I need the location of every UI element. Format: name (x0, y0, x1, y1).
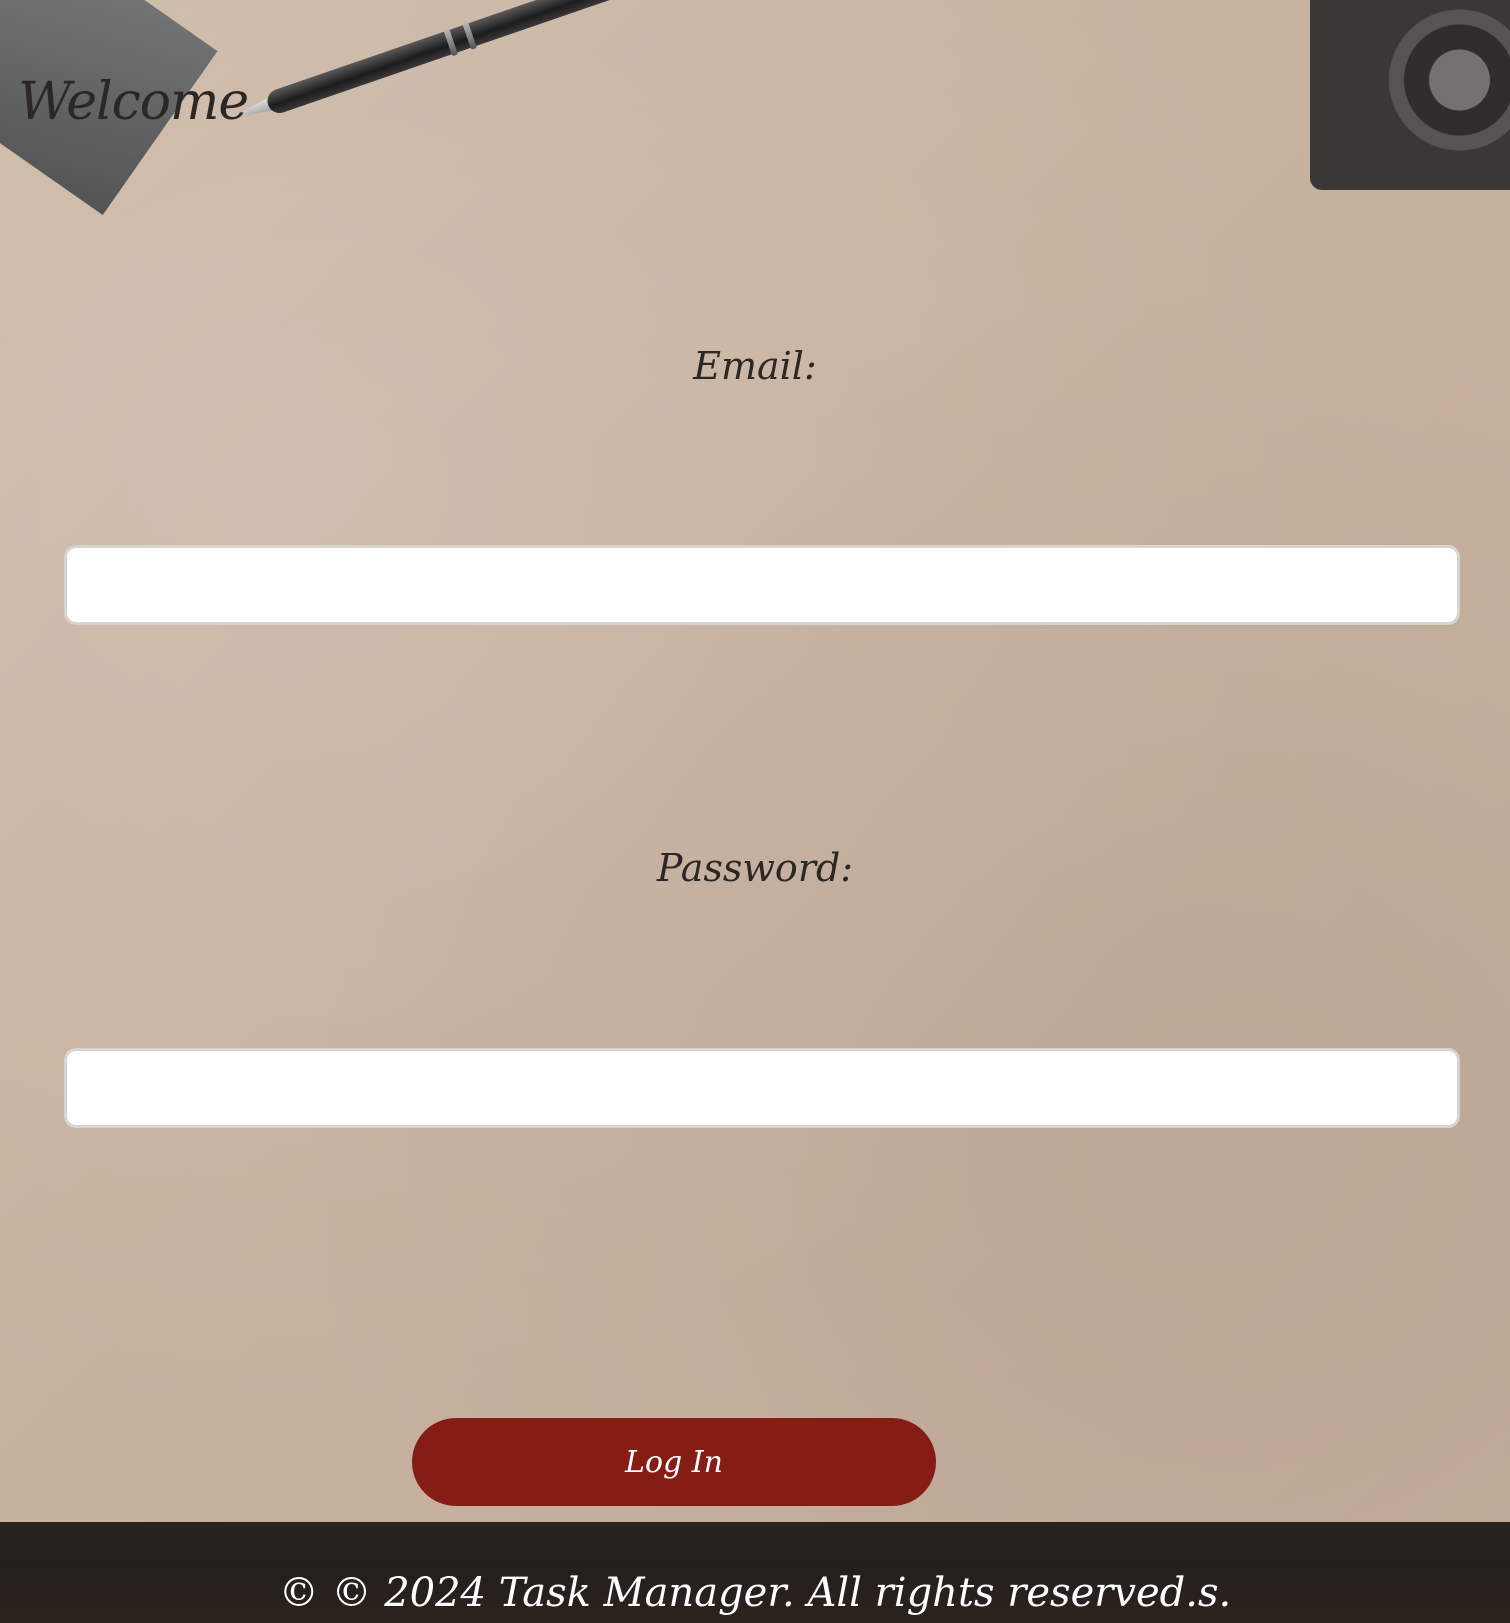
footer-copyright: © © 2024 Task Manager. All rights reserv… (278, 1570, 1232, 1616)
background-decor-pen (224, 0, 821, 133)
email-field[interactable] (64, 545, 1460, 625)
password-label: Password: (656, 846, 854, 890)
email-label: Email: (693, 344, 817, 388)
login-page: Welcome Email: Password: Log In © © 2024… (0, 0, 1510, 1623)
page-title: Welcome (18, 72, 249, 132)
password-field[interactable] (64, 1048, 1460, 1128)
login-button[interactable]: Log In (412, 1418, 936, 1506)
background-decor-camera (1310, 0, 1510, 190)
footer: © © 2024 Task Manager. All rights reserv… (0, 1522, 1510, 1623)
